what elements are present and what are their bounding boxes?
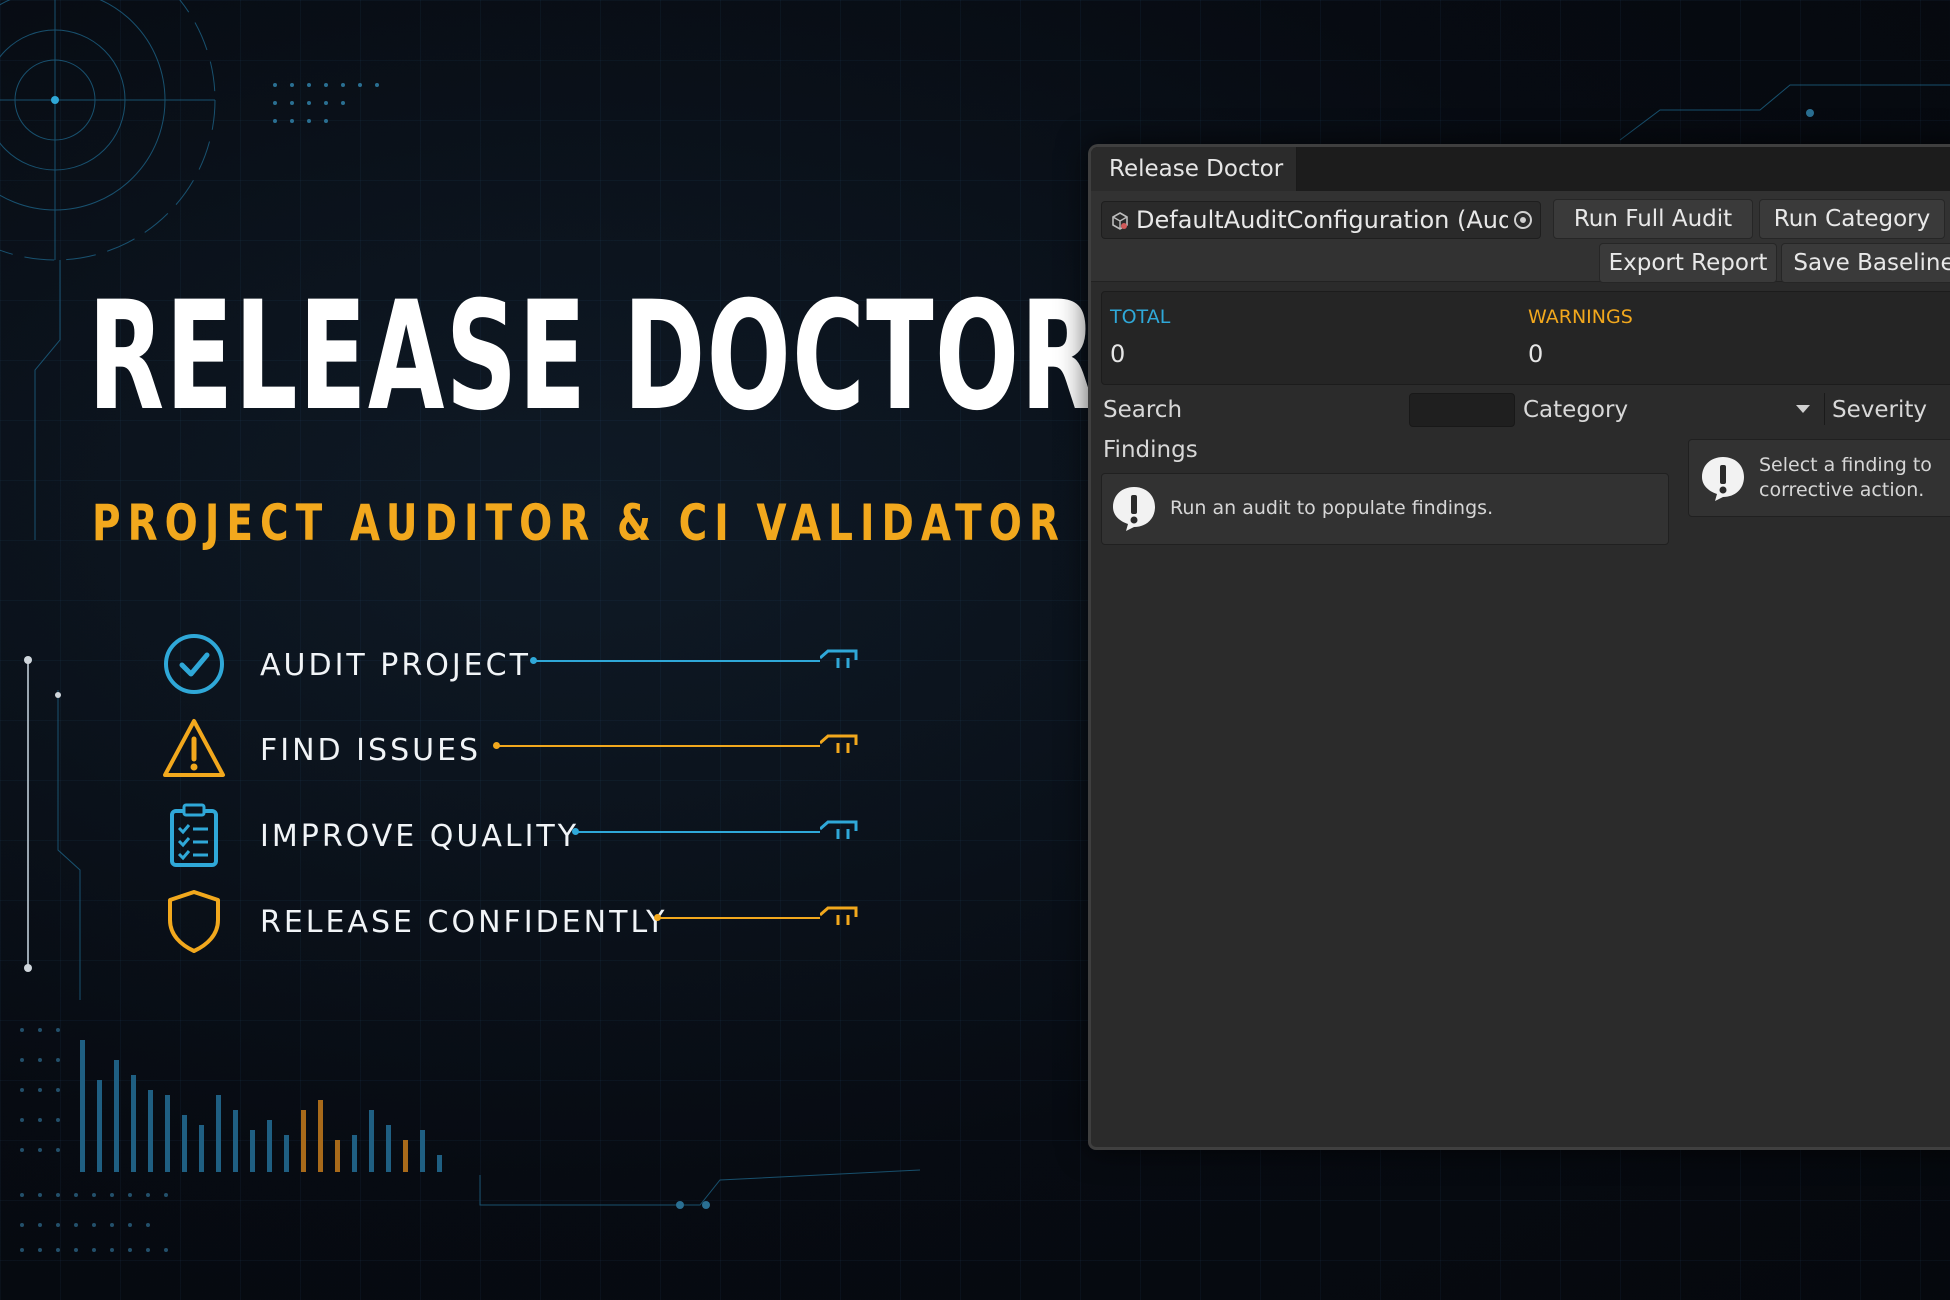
clipboard-checklist-icon	[170, 803, 218, 867]
shield-icon	[168, 890, 220, 953]
total-label: TOTAL	[1110, 306, 1171, 328]
stats-panel: TOTAL 0 WARNINGS 0	[1101, 291, 1950, 385]
chevron-down-icon[interactable]	[1796, 405, 1810, 413]
search-input[interactable]	[1409, 393, 1515, 427]
check-circle-icon	[164, 634, 224, 694]
connector-end-icon	[820, 649, 858, 668]
export-report-button[interactable]: Export Report	[1599, 243, 1777, 283]
scriptable-object-icon	[1112, 212, 1128, 230]
findings-header: Findings	[1103, 437, 1198, 463]
feature-find-issues: FIND ISSUES	[160, 715, 880, 785]
info-exclamation-icon	[1113, 487, 1155, 531]
feature-audit-project: AUDIT PROJECT	[160, 630, 880, 700]
window-tab-bar: Release Doctor	[1091, 147, 1950, 191]
info-exclamation-icon	[1702, 457, 1744, 501]
hero-title: RELEASE DOCTOR	[88, 270, 1098, 444]
details-help: Select a finding to corrective action.	[1688, 439, 1950, 517]
feature-label: IMPROVE QUALITY	[260, 819, 580, 854]
severity-dropdown[interactable]: Severity	[1832, 397, 1927, 423]
feature-improve-quality: IMPROVE QUALITY	[160, 801, 880, 871]
object-picker-icon[interactable]	[1514, 211, 1532, 229]
hero-subtitle: PROJECT AUDITOR & CI VALIDATOR	[92, 494, 1066, 552]
connector-end-icon	[820, 734, 858, 753]
connector-end-icon	[820, 820, 858, 839]
release-doctor-window: Release Doctor DefaultAuditConfiguration…	[1088, 144, 1950, 1150]
warnings-label: WARNINGS	[1528, 306, 1633, 328]
feature-label: FIND ISSUES	[260, 733, 482, 768]
connector-line	[577, 831, 820, 833]
findings-empty-message: Run an audit to populate findings.	[1170, 497, 1494, 519]
audit-configuration-value: DefaultAuditConfiguration (Audi	[1136, 206, 1508, 234]
connector-line	[498, 745, 820, 747]
connector-end-icon	[820, 906, 858, 925]
connector-line	[535, 660, 820, 662]
feature-release-confidently: RELEASE CONFIDENTLY	[160, 887, 880, 957]
category-dropdown[interactable]: Category	[1523, 397, 1628, 423]
run-full-audit-button[interactable]: Run Full Audit	[1553, 199, 1753, 239]
toolbar: DefaultAuditConfiguration (Audi Run Full…	[1091, 191, 1950, 283]
details-message-line2: corrective action.	[1759, 479, 1925, 501]
divider	[1824, 393, 1825, 425]
connector-line	[659, 917, 820, 919]
findings-empty-help: Run an audit to populate findings.	[1101, 473, 1669, 545]
audit-configuration-field[interactable]: DefaultAuditConfiguration (Audi	[1101, 201, 1541, 239]
save-baseline-button[interactable]: Save Baseline	[1781, 243, 1950, 283]
warnings-value: 0	[1528, 340, 1544, 368]
tab-release-doctor[interactable]: Release Doctor	[1091, 147, 1297, 191]
feature-label: AUDIT PROJECT	[260, 648, 531, 683]
warning-triangle-icon	[163, 719, 225, 777]
details-message-line1: Select a finding to	[1759, 454, 1932, 476]
feature-label: RELEASE CONFIDENTLY	[260, 905, 668, 940]
total-value: 0	[1110, 340, 1126, 368]
run-category-button[interactable]: Run Category	[1759, 199, 1945, 239]
search-label: Search	[1103, 397, 1183, 423]
